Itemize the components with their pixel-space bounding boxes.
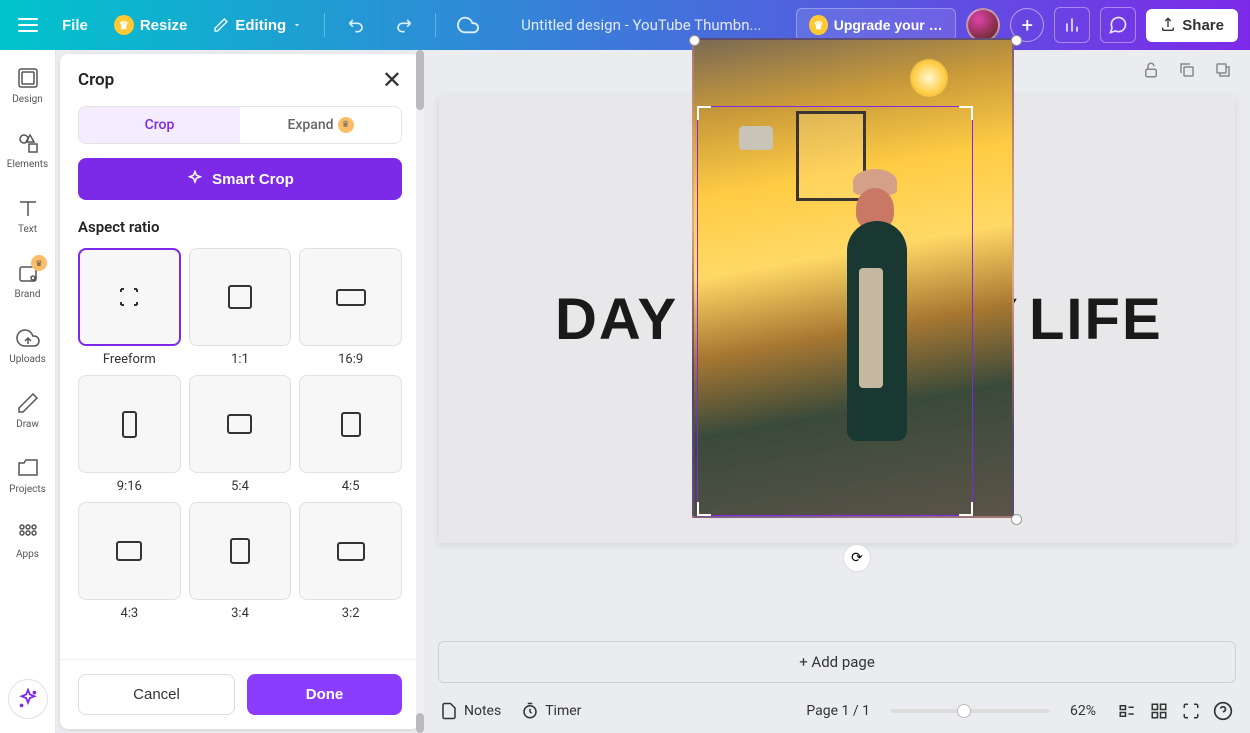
lock-icon[interactable]: [1140, 59, 1162, 81]
sidebar-item-projects[interactable]: Projects: [0, 454, 55, 497]
notes-button[interactable]: Notes: [440, 702, 501, 720]
aspect-ratio-5-4[interactable]: 5:4: [189, 375, 292, 494]
aspect-ratio-freeform[interactable]: Freeform: [78, 248, 181, 367]
done-button[interactable]: Done: [247, 674, 402, 715]
cloud-sync-icon[interactable]: [450, 7, 486, 43]
cancel-button[interactable]: Cancel: [78, 674, 235, 715]
tab-expand[interactable]: Expand♛: [240, 107, 401, 143]
share-icon: [1160, 17, 1176, 33]
export-icon[interactable]: [1212, 59, 1234, 81]
sidebar-item-elements[interactable]: Elements: [0, 129, 55, 172]
magic-button[interactable]: [8, 679, 48, 719]
tab-crop[interactable]: Crop: [79, 107, 240, 143]
canvas-area: DAY Y LIFE ⟳ + Add page: [424, 50, 1250, 733]
analytics-button[interactable]: [1054, 7, 1090, 43]
fullscreen-button[interactable]: [1180, 700, 1202, 722]
upgrade-button[interactable]: ♛Upgrade your pl...: [796, 8, 956, 42]
close-button[interactable]: ✕: [382, 68, 402, 92]
divider: [324, 13, 325, 37]
sidebar-item-apps[interactable]: Apps: [0, 519, 55, 562]
aspect-ratio-4-5[interactable]: 4:5: [299, 375, 402, 494]
aspect-label: 16:9: [299, 352, 402, 367]
zoom-percentage[interactable]: 62%: [1070, 703, 1096, 719]
editing-dropdown[interactable]: Editing: [205, 11, 310, 40]
notes-icon: [440, 702, 458, 720]
aspect-ratio-3-4[interactable]: 3:4: [189, 502, 292, 621]
design-canvas[interactable]: DAY Y LIFE ⟳: [439, 96, 1235, 543]
crown-icon: ♛: [114, 15, 134, 35]
freeform-icon: [117, 285, 141, 309]
crop-panel: Crop ✕ Crop Expand♛ Smart Crop Aspect ra…: [56, 50, 424, 733]
left-sidebar: Design Elements Text ♛Brand Uploads Draw…: [0, 50, 56, 733]
aspect-label: 3:4: [189, 606, 292, 621]
file-menu[interactable]: File: [54, 11, 96, 40]
canvas-image[interactable]: [692, 38, 1014, 518]
aspect-ratio-9-16[interactable]: 9:16: [78, 375, 181, 494]
aspect-label: 1:1: [189, 352, 292, 367]
chevron-down-icon: [292, 20, 302, 30]
outer-handle-tr[interactable]: [1011, 35, 1022, 46]
aspect-label: 4:3: [78, 606, 181, 621]
top-bar: File ♛Resize Editing Untitled design - Y…: [0, 0, 1250, 50]
menu-button[interactable]: [12, 9, 44, 41]
duplicate-icon[interactable]: [1176, 59, 1198, 81]
comment-button[interactable]: [1100, 7, 1136, 43]
divider: [435, 13, 436, 37]
outer-handle-tl[interactable]: [689, 35, 700, 46]
sidebar-item-uploads[interactable]: Uploads: [0, 324, 55, 367]
smart-crop-button[interactable]: Smart Crop: [78, 158, 402, 200]
outer-handle-br[interactable]: [1011, 514, 1022, 525]
apps-icon: [16, 521, 40, 545]
view-grid-button[interactable]: [1148, 700, 1170, 722]
crown-badge-icon: ♛: [31, 255, 47, 271]
zoom-slider[interactable]: [890, 709, 1050, 713]
panel-title: Crop: [78, 70, 114, 90]
view-list-button[interactable]: [1116, 700, 1138, 722]
rotate-handle[interactable]: ⟳: [843, 544, 871, 572]
aspect-label: 5:4: [189, 479, 292, 494]
aspect-ratio-4-3[interactable]: 4:3: [78, 502, 181, 621]
sidebar-item-brand[interactable]: ♛Brand: [0, 259, 55, 302]
projects-icon: [16, 456, 40, 480]
panel-scrollbar[interactable]: [416, 50, 424, 733]
text-icon: [16, 196, 40, 220]
pencil-icon: [213, 17, 229, 33]
document-title[interactable]: Untitled design - YouTube Thumbn...: [511, 16, 771, 34]
page-indicator[interactable]: Page 1 / 1: [806, 703, 870, 719]
sparkle-icon: [17, 688, 39, 710]
aspect-ratio-label: Aspect ratio: [78, 218, 402, 236]
crop-expand-toggle: Crop Expand♛: [78, 106, 402, 144]
canvas-text-day: DAY: [555, 286, 678, 353]
crown-icon: ♛: [338, 117, 354, 133]
design-icon: [16, 66, 40, 90]
canvas-text-life: LIFE: [1029, 286, 1163, 353]
help-button[interactable]: [1212, 700, 1234, 722]
upload-icon: [16, 326, 40, 350]
aspect-ratio-3-2[interactable]: 3:2: [299, 502, 402, 621]
aspect-label: Freeform: [78, 352, 181, 367]
aspect-label: 3:2: [299, 606, 402, 621]
aspect-label: 4:5: [299, 479, 402, 494]
bottom-bar: Notes Timer Page 1 / 1 62%: [424, 689, 1250, 733]
crown-icon: ♛: [809, 15, 827, 35]
draw-icon: [16, 391, 40, 415]
undo-button[interactable]: [339, 7, 375, 43]
avatar[interactable]: [966, 8, 1000, 42]
aspect-ratio-1-1[interactable]: 1:1: [189, 248, 292, 367]
timer-icon: [521, 702, 539, 720]
sidebar-item-design[interactable]: Design: [0, 64, 55, 107]
timer-button[interactable]: Timer: [521, 702, 581, 720]
elements-icon: [16, 131, 40, 155]
sidebar-item-text[interactable]: Text: [0, 194, 55, 237]
aspect-ratio-16-9[interactable]: 16:9: [299, 248, 402, 367]
resize-button[interactable]: ♛Resize: [106, 9, 196, 41]
add-page-button[interactable]: + Add page: [438, 641, 1236, 683]
share-button[interactable]: Share: [1146, 9, 1238, 42]
redo-button[interactable]: [385, 7, 421, 43]
sidebar-item-draw[interactable]: Draw: [0, 389, 55, 432]
aspect-label: 9:16: [78, 479, 181, 494]
sparkle-icon: [186, 170, 204, 188]
